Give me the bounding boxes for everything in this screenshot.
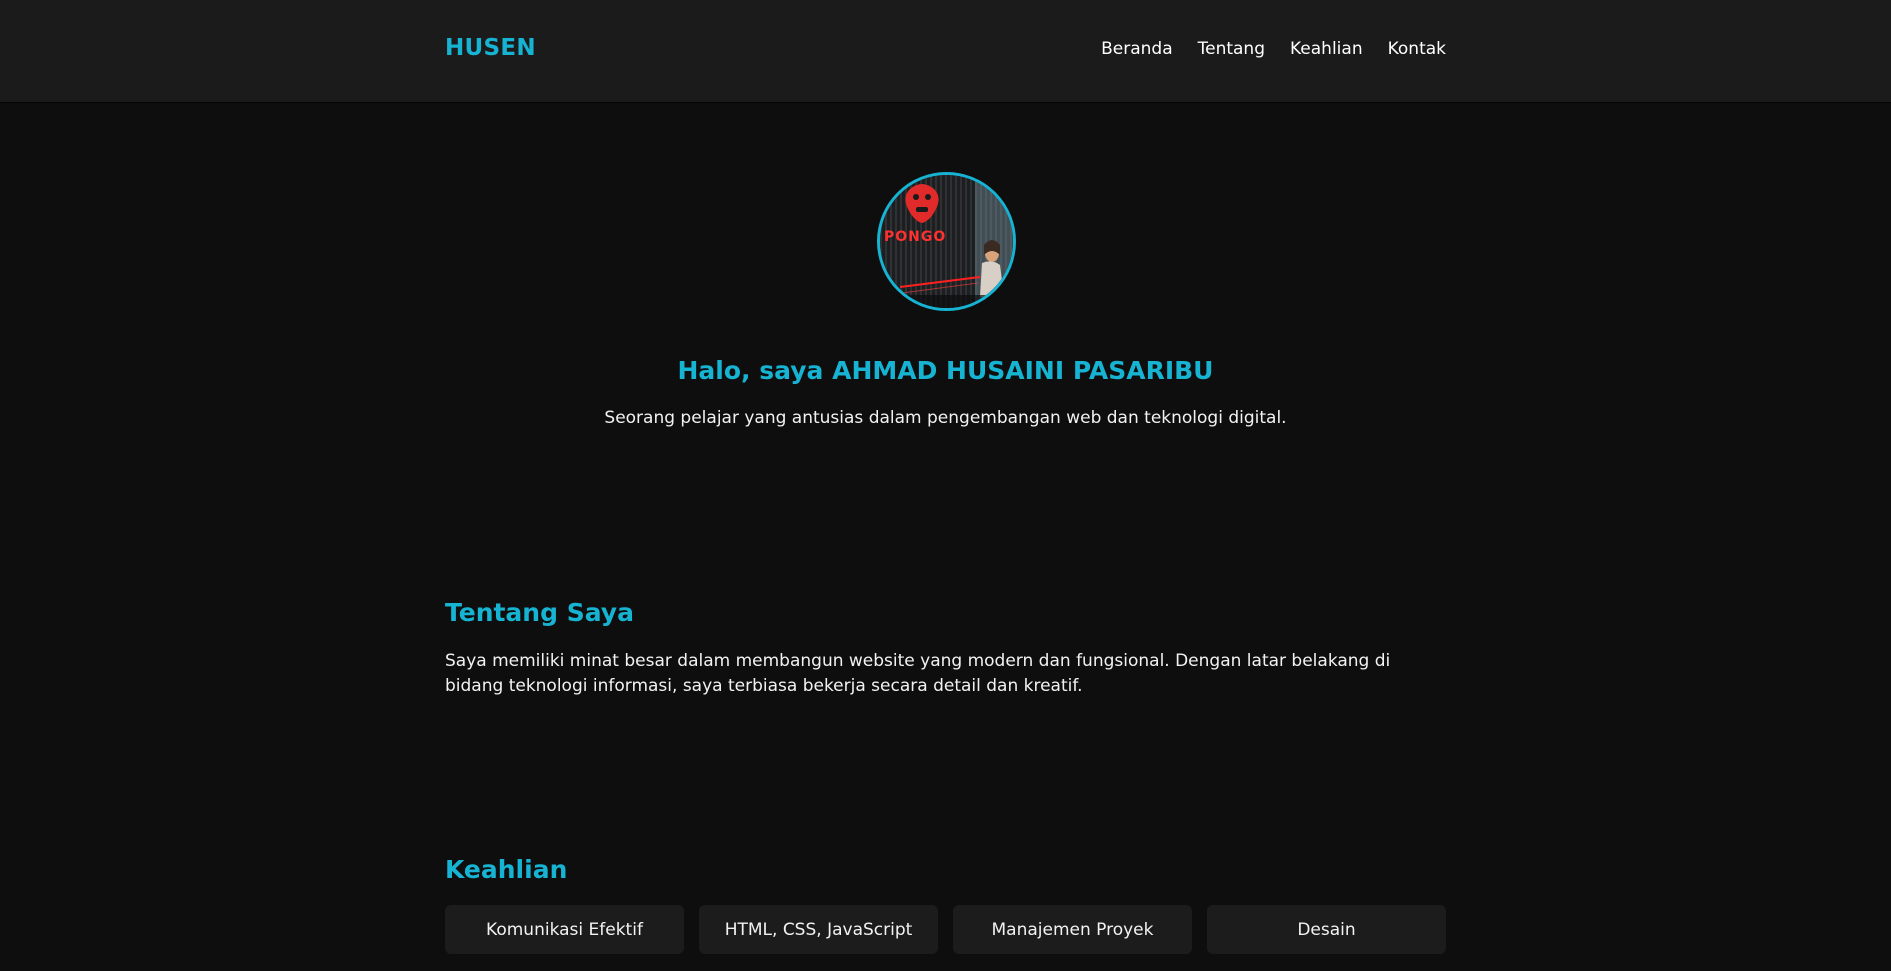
nav-link-keahlian[interactable]: Keahlian [1290, 39, 1363, 59]
about-title: Tentang Saya [445, 598, 634, 627]
site-logo[interactable]: HUSEN [445, 35, 536, 61]
skills-list: Komunikasi Efektif HTML, CSS, JavaScript… [445, 905, 1446, 954]
profile-photo: PONGO [877, 172, 1016, 311]
skill-card[interactable]: Manajemen Proyek [953, 905, 1192, 954]
skill-card[interactable]: Desain [1207, 905, 1446, 954]
skill-card[interactable]: Komunikasi Efektif [445, 905, 684, 954]
nav-link-beranda[interactable]: Beranda [1101, 39, 1173, 59]
about-text: Saya memiliki minat besar dalam membangu… [445, 651, 1391, 696]
nav-link-kontak[interactable]: Kontak [1388, 39, 1446, 59]
profile-photo-art: PONGO [880, 175, 1013, 308]
site-header: HUSEN Beranda Tentang Keahlian Kontak [0, 0, 1891, 103]
nav-link-tentang[interactable]: Tentang [1198, 39, 1265, 59]
hero-subtitle: Seorang pelajar yang antusias dalam peng… [604, 408, 1287, 428]
skills-title: Keahlian [445, 855, 568, 884]
main-nav: Beranda Tentang Keahlian Kontak [1101, 39, 1446, 59]
avatar-sign-text: PONGO [884, 229, 946, 245]
skill-card[interactable]: HTML, CSS, JavaScript [699, 905, 938, 954]
hero-title: Halo, saya AHMAD HUSAINI PASARIBU [677, 356, 1214, 385]
